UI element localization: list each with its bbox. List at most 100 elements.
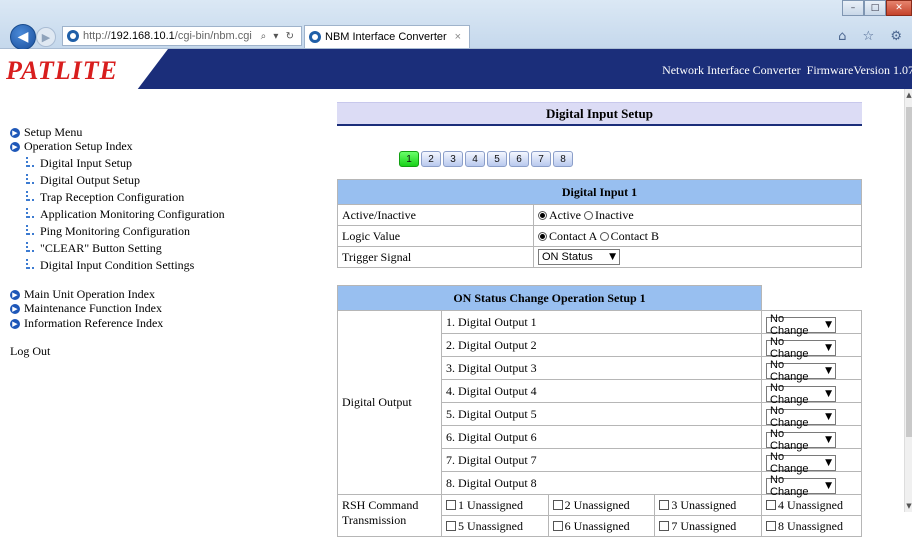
- sidebar-item-information-index[interactable]: ▶ Information Reference Index: [10, 316, 163, 331]
- arrow-right-icon: ▶: [10, 289, 20, 300]
- rsh-checkbox-1[interactable]: [446, 499, 456, 510]
- sidebar-item-label[interactable]: Application Monitoring Configuration: [40, 207, 225, 222]
- active-label: Active/Inactive: [337, 204, 534, 226]
- sidebar-item-digital-output[interactable]: Digital Output Setup: [24, 173, 140, 188]
- rsh-checkbox-3[interactable]: [659, 499, 670, 510]
- home-favorites-settings-icons[interactable]: ⌂ ☆ ⚙: [838, 29, 908, 44]
- page-button-2[interactable]: 2: [421, 151, 441, 167]
- rsh-label-2: 2 Unassigned: [564, 497, 630, 512]
- page-button-7[interactable]: 7: [531, 151, 551, 167]
- sidebar-item-clear-button[interactable]: "CLEAR" Button Setting: [24, 241, 162, 256]
- output-select-7[interactable]: No Change ▼: [766, 451, 836, 475]
- sidebar-item-main-unit-index[interactable]: ▶ Main Unit Operation Index: [10, 287, 155, 302]
- output-select-3[interactable]: No Change ▼: [766, 359, 836, 383]
- tree-branch-icon: [24, 207, 34, 222]
- address-tools-icons[interactable]: ⌕ ▾ ↻: [261, 31, 296, 42]
- output-select-6[interactable]: No Change ▼: [766, 428, 836, 452]
- window-controls: – □ ✕: [842, 0, 912, 16]
- scroll-up-icon[interactable]: ▲: [905, 91, 912, 99]
- rsh-checkbox-4[interactable]: [766, 499, 776, 510]
- rsh-cell-1: 1 Unassigned: [441, 494, 549, 516]
- rsh-checkbox-8[interactable]: [766, 520, 776, 531]
- rsh-checkbox-7[interactable]: [659, 520, 670, 531]
- tree-branch-icon: [24, 224, 34, 239]
- maximize-button[interactable]: □: [864, 0, 886, 16]
- arrow-right-icon: ▶: [10, 318, 20, 329]
- output-select-8[interactable]: No Change ▼: [766, 474, 836, 498]
- page-button-1[interactable]: 1: [399, 151, 419, 167]
- sidebar-item-input-condition[interactable]: Digital Input Condition Settings: [24, 258, 194, 273]
- forward-button[interactable]: ▶: [36, 27, 56, 47]
- output-select-2[interactable]: No Change ▼: [766, 336, 836, 360]
- sidebar-item-label[interactable]: Trap Reception Configuration: [40, 190, 184, 205]
- url-path: /cgi-bin/nbm.cgi: [174, 30, 252, 42]
- sidebar-item-label[interactable]: Digital Output Setup: [40, 173, 140, 188]
- sidebar-item-setup-menu[interactable]: ▶ Setup Menu: [10, 125, 82, 140]
- rsh-cell-7: 7 Unassigned: [654, 515, 762, 537]
- rsh-cell-2: 2 Unassigned: [547, 494, 656, 516]
- browser-tab[interactable]: NBM Interface Converter ×: [304, 25, 470, 48]
- sidebar-item-label[interactable]: Operation Setup Index: [24, 139, 133, 154]
- sidebar-item-application-monitoring[interactable]: Application Monitoring Configuration: [24, 207, 225, 222]
- page-button-6[interactable]: 6: [509, 151, 529, 167]
- output-select-1[interactable]: No Change ▼: [766, 313, 836, 337]
- sidebar-item-label[interactable]: Information Reference Index: [24, 316, 163, 331]
- minimize-button[interactable]: –: [842, 0, 864, 16]
- sidebar-item-digital-input[interactable]: Digital Input Setup: [24, 156, 132, 171]
- page-button-5[interactable]: 5: [487, 151, 507, 167]
- address-bar[interactable]: http://192.168.10.1/cgi-bin/nbm.cgi ⌕ ▾ …: [62, 26, 302, 46]
- sidebar-item-label[interactable]: Setup Menu: [24, 125, 82, 140]
- chevron-down-icon: ▼: [825, 412, 832, 422]
- sidebar-item-trap-reception[interactable]: Trap Reception Configuration: [24, 190, 184, 205]
- output-cell-3: No Change ▼: [761, 356, 862, 383]
- trigger-label: Trigger Signal: [337, 246, 534, 268]
- patlite-logo: PATLITE: [6, 56, 118, 85]
- digital-output-group-label: Digital Output: [337, 310, 442, 495]
- contact-a-radio[interactable]: [538, 231, 547, 241]
- scroll-down-icon[interactable]: ▼: [905, 502, 912, 510]
- sidebar-item-maintenance-index[interactable]: ▶ Maintenance Function Index: [10, 301, 162, 316]
- output-cell-7: No Change ▼: [761, 448, 862, 475]
- close-window-button[interactable]: ✕: [886, 0, 912, 16]
- rsh-checkbox-5[interactable]: [446, 520, 456, 531]
- contact-a-label: Contact A: [549, 228, 597, 243]
- sidebar-item-label[interactable]: Ping Monitoring Configuration: [40, 224, 190, 239]
- page-button-8[interactable]: 8: [553, 151, 573, 167]
- page-button-3[interactable]: 3: [443, 151, 463, 167]
- output-name-4: 4. Digital Output 4: [441, 379, 762, 403]
- product-name: Network Interface Converter: [662, 63, 801, 77]
- output-name-6: 6. Digital Output 6: [441, 425, 762, 449]
- sidebar-item-label[interactable]: Maintenance Function Index: [24, 301, 162, 316]
- sidebar-item-label[interactable]: Digital Input Condition Settings: [40, 258, 194, 273]
- vertical-scrollbar[interactable]: ▲ ▼: [904, 89, 912, 512]
- scrollbar-thumb[interactable]: [906, 107, 912, 437]
- sidebar-item-ping-monitoring[interactable]: Ping Monitoring Configuration: [24, 224, 190, 239]
- sidebar-item-label[interactable]: "CLEAR" Button Setting: [40, 241, 162, 256]
- sidebar-item-operation-index[interactable]: ▶ Operation Setup Index: [10, 139, 133, 154]
- tab-title: NBM Interface Converter: [325, 31, 447, 43]
- rsh-checkbox-2[interactable]: [552, 499, 563, 510]
- output-cell-8: No Change ▼: [761, 471, 862, 498]
- logout-link[interactable]: Log Out: [10, 344, 50, 359]
- inactive-radio[interactable]: [584, 210, 593, 220]
- chevron-down-icon: ▼: [609, 252, 616, 262]
- rsh-label-4: 4 Unassigned: [778, 497, 843, 512]
- contact-b-radio[interactable]: [599, 231, 609, 241]
- trigger-select[interactable]: ON Status ▼: [538, 249, 620, 265]
- back-button[interactable]: ◀: [10, 24, 36, 50]
- tree-branch-icon: [24, 190, 34, 205]
- rsh-checkbox-6[interactable]: [552, 520, 563, 531]
- output-select-4[interactable]: No Change ▼: [766, 382, 836, 406]
- sidebar-item-label[interactable]: Digital Input Setup: [40, 156, 132, 171]
- tab-close-icon[interactable]: ×: [455, 31, 461, 43]
- page-button-4[interactable]: 4: [465, 151, 485, 167]
- digital-input-table: Digital Input 1 Active/Inactive Active I…: [337, 179, 862, 268]
- active-radio[interactable]: [538, 210, 547, 220]
- sidebar-item-label[interactable]: Main Unit Operation Index: [24, 287, 155, 302]
- input-pager: 1 2 3 4 5 6 7 8: [399, 151, 573, 167]
- output-cell-6: No Change ▼: [761, 425, 862, 452]
- logic-label: Logic Value: [337, 225, 534, 247]
- rsh-label-3: 3 Unassigned: [671, 497, 737, 512]
- header-info: Network Interface Converter FirmwareVers…: [662, 63, 912, 78]
- output-select-5[interactable]: No Change ▼: [766, 405, 836, 429]
